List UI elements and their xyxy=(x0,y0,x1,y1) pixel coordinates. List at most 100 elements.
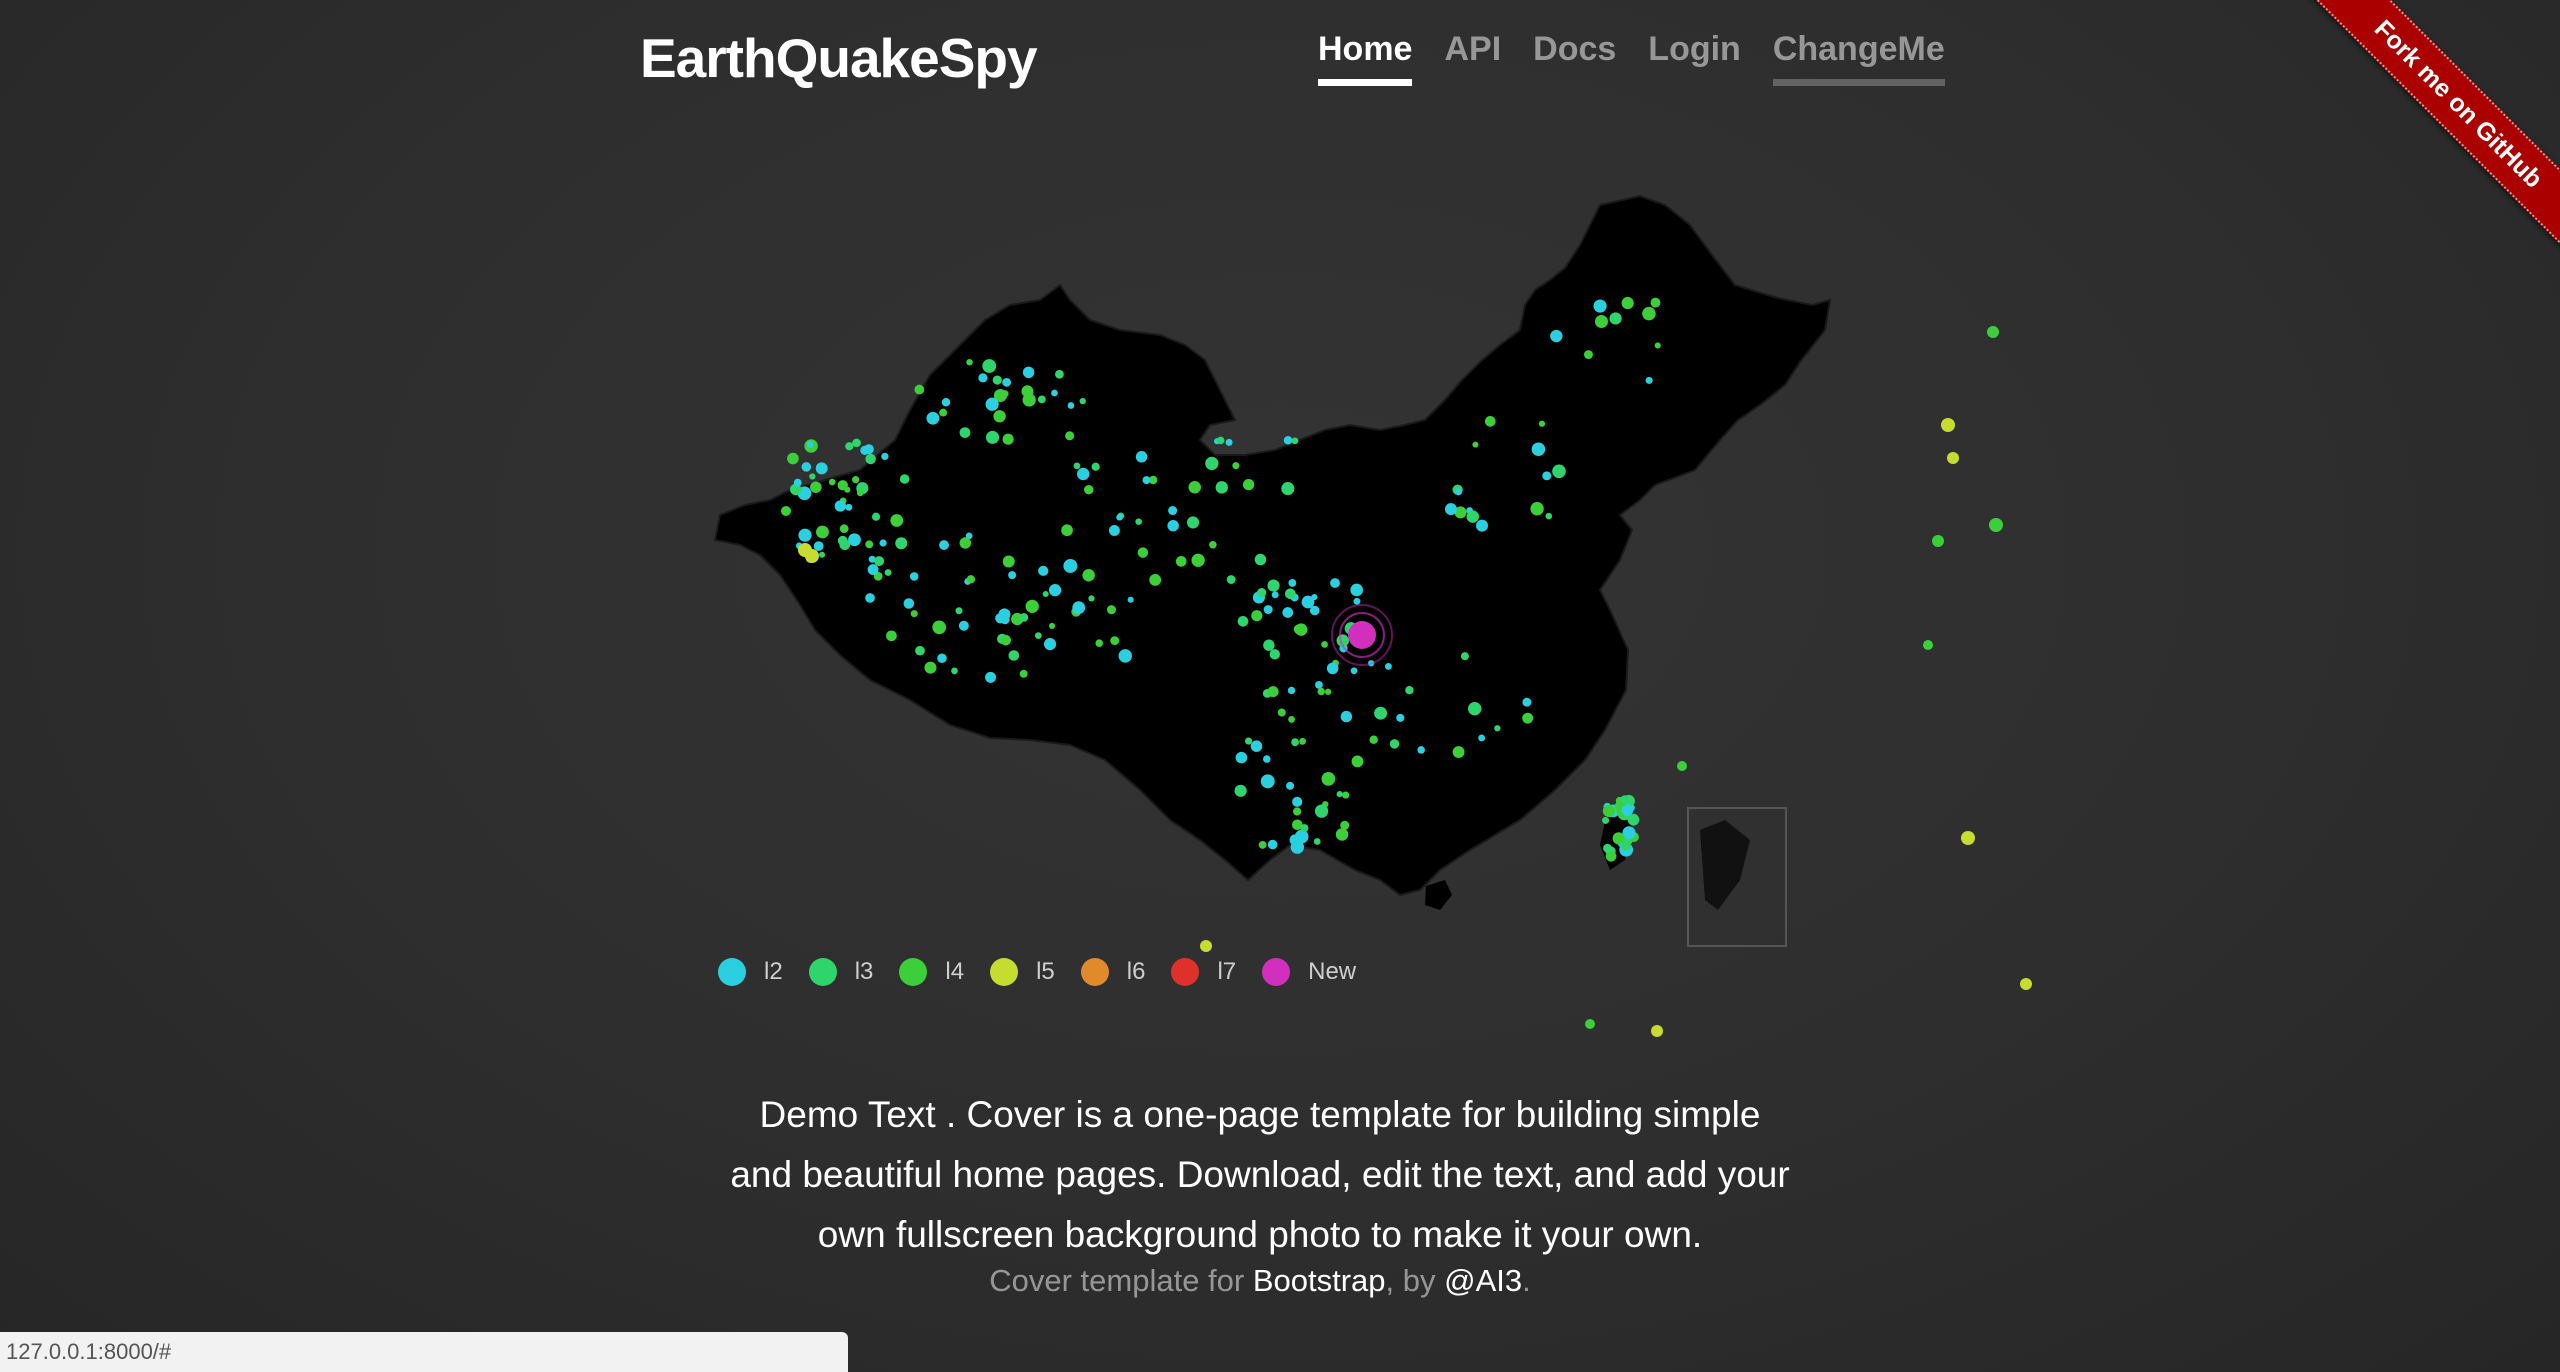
quake-point[interactable] xyxy=(848,533,861,547)
legend-item-l7[interactable]: l7 xyxy=(1171,958,1236,986)
quake-point[interactable] xyxy=(1048,622,1056,630)
quake-point[interactable] xyxy=(860,445,870,455)
quake-point[interactable] xyxy=(941,397,951,407)
quake-point[interactable] xyxy=(798,528,812,542)
quake-point[interactable] xyxy=(1191,553,1205,567)
quake-point[interactable] xyxy=(1263,639,1275,651)
quake-point[interactable] xyxy=(910,610,918,618)
quake-point[interactable] xyxy=(1260,774,1275,789)
quake-point[interactable] xyxy=(1947,452,1959,464)
quake-point[interactable] xyxy=(909,572,919,581)
quake-point[interactable] xyxy=(1019,669,1028,678)
quake-point[interactable] xyxy=(816,525,829,539)
quake-point[interactable] xyxy=(992,375,1002,385)
quake-point[interactable] xyxy=(805,549,819,563)
quake-point[interactable] xyxy=(1340,710,1353,723)
quake-point[interactable] xyxy=(806,441,814,448)
quake-point[interactable] xyxy=(1269,649,1280,660)
quake-point[interactable] xyxy=(886,630,897,642)
quake-point[interactable] xyxy=(1602,804,1616,818)
legend-item-l6[interactable]: l6 xyxy=(1080,958,1145,986)
quake-point[interactable] xyxy=(899,474,910,484)
quake-point[interactable] xyxy=(914,384,925,395)
quake-point[interactable] xyxy=(1651,1025,1663,1037)
quake-point[interactable] xyxy=(924,661,937,674)
quake-point[interactable] xyxy=(1645,376,1653,384)
quake-point[interactable] xyxy=(787,452,799,465)
quake-point[interactable] xyxy=(1042,591,1049,598)
quake-point[interactable] xyxy=(1002,433,1014,445)
quake-point[interactable] xyxy=(1263,755,1271,763)
quake-point[interactable] xyxy=(959,427,971,439)
quake-point[interactable] xyxy=(1283,436,1293,445)
quake-point[interactable] xyxy=(1522,712,1534,724)
quake-point[interactable] xyxy=(1923,640,1933,650)
quake-point[interactable] xyxy=(1585,1019,1595,1029)
quake-point[interactable] xyxy=(1000,634,1012,646)
quake-point[interactable] xyxy=(1002,555,1015,568)
quake-point[interactable] xyxy=(852,476,860,484)
quake-point[interactable] xyxy=(1291,738,1299,747)
quake-point[interactable] xyxy=(884,569,892,576)
quake-point[interactable] xyxy=(1284,588,1296,600)
quake-point[interactable] xyxy=(1282,607,1294,618)
quake-point[interactable] xyxy=(1288,579,1297,587)
quake-point[interactable] xyxy=(985,397,999,411)
quake-point[interactable] xyxy=(1186,516,1200,529)
quake-point[interactable] xyxy=(1061,524,1073,537)
quake-point[interactable] xyxy=(903,598,915,609)
quake-point[interactable] xyxy=(1642,306,1656,321)
quake-point[interactable] xyxy=(1494,725,1501,732)
quake-point[interactable] xyxy=(1650,297,1661,308)
quake-point[interactable] xyxy=(1989,518,2003,532)
quake-point[interactable] xyxy=(985,430,1000,444)
quake-point[interactable] xyxy=(939,540,949,550)
quake-point[interactable] xyxy=(1008,650,1020,661)
quake-point[interactable] xyxy=(1095,639,1104,647)
author-link[interactable]: @AI3 xyxy=(1444,1263,1522,1298)
quake-point[interactable] xyxy=(1037,395,1046,404)
quake-point[interactable] xyxy=(955,607,963,615)
quake-point[interactable] xyxy=(1300,824,1309,833)
quake-point[interactable] xyxy=(815,462,828,475)
quake-point[interactable] xyxy=(1455,488,1463,496)
quake-point[interactable] xyxy=(1127,596,1134,603)
quake-point[interactable] xyxy=(1250,740,1263,752)
quake-point[interactable] xyxy=(1008,571,1017,580)
quake-point[interactable] xyxy=(1293,624,1304,635)
quake-point[interactable] xyxy=(1167,519,1179,532)
quake-point[interactable] xyxy=(810,481,822,493)
quake-point[interactable] xyxy=(1396,713,1405,722)
quake-point[interactable] xyxy=(1073,462,1081,470)
quake-point[interactable] xyxy=(1110,636,1120,646)
quake-point[interactable] xyxy=(1079,398,1086,405)
quake-point[interactable] xyxy=(874,556,885,567)
quake-point[interactable] xyxy=(1025,599,1039,613)
quake-point[interactable] xyxy=(1287,686,1296,695)
quake-point[interactable] xyxy=(1351,755,1364,768)
quake-point[interactable] xyxy=(1472,441,1479,448)
legend-item-l2[interactable]: l2 xyxy=(718,958,783,986)
quake-point[interactable] xyxy=(1235,751,1248,764)
quake-point[interactable] xyxy=(1019,613,1029,622)
quake-point[interactable] xyxy=(1067,402,1075,409)
quake-point[interactable] xyxy=(1188,481,1201,494)
quake-point[interactable] xyxy=(1291,437,1299,445)
quake-point[interactable] xyxy=(1452,746,1465,758)
quake-point[interactable] xyxy=(1063,559,1078,573)
quake-point[interactable] xyxy=(837,480,848,491)
quake-point[interactable] xyxy=(1082,568,1095,582)
quake-point[interactable] xyxy=(1353,597,1361,605)
quake-point[interactable] xyxy=(958,620,969,631)
quake-point[interactable] xyxy=(1932,535,1944,547)
quake-point[interactable] xyxy=(1021,385,1034,398)
quake-point[interactable] xyxy=(1311,593,1318,601)
quake-point[interactable] xyxy=(1292,807,1302,816)
legend-item-new[interactable]: New xyxy=(1262,958,1356,986)
quake-point[interactable] xyxy=(1621,804,1634,817)
quake-point[interactable] xyxy=(1142,476,1151,485)
quake-point[interactable] xyxy=(1321,772,1336,786)
quake-point[interactable] xyxy=(1374,706,1388,720)
quake-point[interactable] xyxy=(1369,735,1378,744)
quake-point[interactable] xyxy=(1531,442,1546,456)
